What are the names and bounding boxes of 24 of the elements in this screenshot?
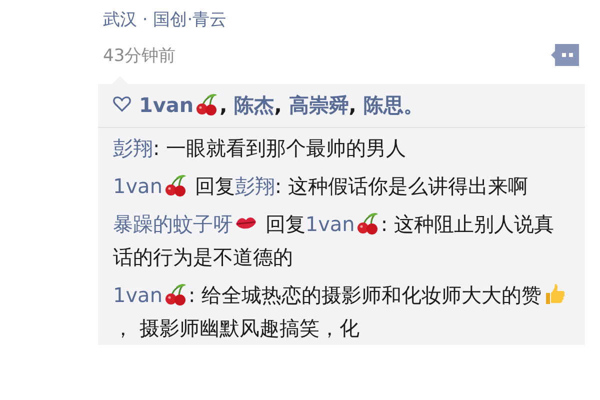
user-link[interactable]: 1van (113, 283, 162, 307)
comment: 暴躁的蚊子呀 回复1van : 这种阻止别人说真话的行为是不道德的 (113, 210, 555, 271)
heart-icon (112, 94, 132, 114)
likes-line: 1van , 陈杰, 高崇舜, 陈思。 (112, 89, 571, 122)
cherry-icon (164, 282, 188, 306)
cherry-icon (164, 173, 188, 197)
cherry-icon (194, 92, 219, 116)
user-link[interactable]: 彭翔 (234, 174, 275, 198)
user-link[interactable]: 1van (305, 212, 355, 236)
comment: 1van 回复彭翔: 这种假话你是么讲得出来啊 (113, 172, 529, 200)
user-link[interactable]: 暴躁的蚊子呀 (113, 212, 233, 236)
comment-button-icon[interactable] (551, 44, 579, 66)
post-time: 43分钟前 (103, 44, 176, 66)
user-link[interactable]: 1van (113, 174, 162, 198)
location-link[interactable]: 武汉 · 国创·青云 (98, 6, 585, 34)
comment: 1van : 给全城热恋的摄影师和化妆师大大的赞 ， 摄影师幽默风趣搞笑，化 (113, 279, 571, 345)
user-link[interactable]: 。 (403, 93, 424, 117)
user-link[interactable]: 1van (138, 93, 194, 117)
user-link[interactable]: 陈杰 (234, 93, 274, 117)
user-link[interactable]: 陈思 (363, 93, 404, 117)
user-link[interactable]: 彭翔 (113, 136, 153, 160)
user-link[interactable]: 高崇舜 (288, 93, 349, 117)
comment: 彭翔: 一眼就看到那个最帅的男人 (113, 135, 408, 162)
cherry-icon (356, 211, 380, 235)
